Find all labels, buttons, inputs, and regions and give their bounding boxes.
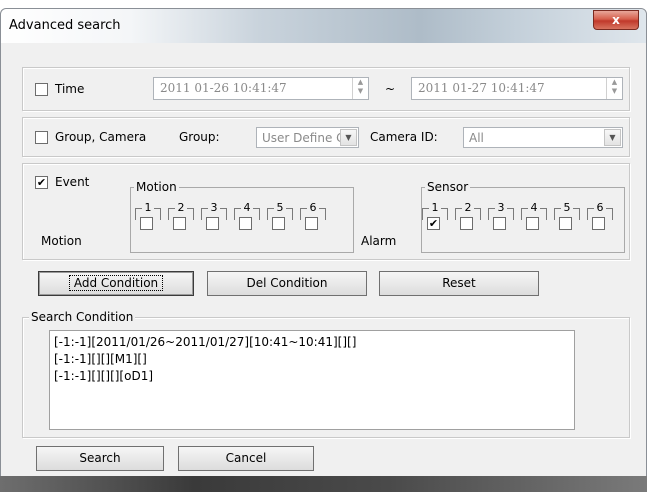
motion-channel-checkbox[interactable] — [173, 217, 186, 230]
sensor-channel-number: 3 — [495, 202, 507, 213]
reset-button[interactable]: Reset — [379, 271, 539, 296]
list-item[interactable]: [-1:-1][2011/01/26~2011/01/27][10:41~10:… — [54, 334, 570, 351]
sensor-channel-checkbox[interactable] — [559, 217, 572, 230]
event-checkbox[interactable]: ✔ — [35, 176, 48, 189]
time-separator: ~ — [385, 82, 396, 96]
group-select[interactable]: User Define C ▼ — [256, 127, 359, 148]
list-item[interactable]: [-1:-1][][][][oD1] — [54, 368, 570, 385]
time-checkbox[interactable] — [35, 83, 48, 96]
sensor-channel-checkbox[interactable] — [592, 217, 605, 230]
motion-subgroup: Motion 1 2 3 4 5 6 — [130, 180, 354, 253]
chevron-down-icon[interactable]: ▼ — [604, 129, 621, 146]
sensor-channel-checkbox[interactable] — [460, 217, 473, 230]
motion-row-label: Motion — [41, 234, 82, 248]
motion-channel-checkbox[interactable] — [206, 217, 219, 230]
close-button[interactable]: x — [593, 10, 639, 30]
sensor-channel-number: 4 — [528, 202, 540, 213]
time-to-value: 2011 01-27 10:41:47 — [418, 81, 545, 95]
cancel-button[interactable]: Cancel — [178, 446, 314, 471]
motion-channel-checkbox[interactable] — [140, 217, 153, 230]
search-condition-group: Search Condition [-1:-1][2011/01/26~2011… — [22, 310, 630, 438]
dialog-title: Advanced search — [9, 18, 121, 33]
group-label: Group: — [179, 130, 220, 144]
time-to-spinner[interactable]: ▲ ▼ — [606, 78, 622, 99]
camera-id-select[interactable]: All ▼ — [463, 127, 623, 148]
add-condition-label: Add Condition — [68, 275, 164, 291]
motion-group-title: Motion — [134, 180, 179, 194]
sensor-channel-checkbox[interactable]: ✔ — [427, 217, 440, 230]
group-camera-label: Group, Camera — [55, 130, 147, 144]
search-condition-title: Search Condition — [29, 310, 136, 324]
time-from-field[interactable]: 2011 01-26 10:41:47 ▲ ▼ — [153, 77, 369, 100]
advanced-search-dialog: Advanced search x Time 2011 01-26 10:41:… — [0, 8, 647, 492]
check-icon: ✔ — [36, 176, 47, 189]
motion-channel-number: 6 — [307, 202, 319, 213]
event-group: ✔ Event Motion Motion 1 2 3 4 5 6 Alarm Senso… — [22, 163, 630, 260]
cancel-label: Cancel — [225, 451, 267, 465]
motion-channel-number: 4 — [241, 202, 253, 213]
time-group: Time 2011 01-26 10:41:47 ▲ ▼ ~ 2011 01-27… — [22, 67, 630, 111]
sensor-channel-checkbox[interactable] — [526, 217, 539, 230]
search-label: Search — [79, 451, 121, 465]
time-from-value: 2011 01-26 10:41:47 — [160, 81, 287, 95]
time-label: Time — [55, 82, 85, 96]
motion-channel-checkbox[interactable] — [305, 217, 318, 230]
list-item[interactable]: [-1:-1][][][M1][] — [54, 351, 570, 368]
group-camera-group: Group, Camera Group: User Define C ▼ Cam… — [22, 117, 630, 157]
sensor-subgroup: Sensor 1 ✔ 2 3 4 5 6 — [421, 180, 625, 253]
title-bar[interactable]: Advanced search x — [1, 9, 646, 43]
event-label: Event — [55, 175, 90, 189]
motion-channel-checkbox[interactable] — [239, 217, 252, 230]
sensor-channel-number: 5 — [561, 202, 573, 213]
time-to-field[interactable]: 2011 01-27 10:41:47 ▲ ▼ — [411, 77, 623, 100]
motion-channel-number: 1 — [142, 202, 154, 213]
del-condition-label: Del Condition — [246, 276, 328, 290]
alarm-label: Alarm — [361, 234, 397, 248]
del-condition-button[interactable]: Del Condition — [207, 271, 367, 296]
search-button[interactable]: Search — [36, 446, 164, 471]
sensor-channel-checkbox[interactable] — [493, 217, 506, 230]
motion-channel-number: 2 — [175, 202, 187, 213]
sensor-channel-number: 2 — [462, 202, 474, 213]
reset-label: Reset — [442, 276, 476, 290]
taskbar-edge — [0, 476, 647, 492]
group-select-value: User Define C — [262, 131, 345, 145]
add-condition-button[interactable]: Add Condition — [38, 271, 194, 296]
chevron-down-icon[interactable]: ▼ — [340, 129, 357, 146]
close-icon: x — [612, 13, 620, 27]
sensor-channel-number: 1 — [429, 202, 441, 213]
group-camera-checkbox[interactable] — [35, 131, 48, 144]
search-condition-list[interactable]: [-1:-1][2011/01/26~2011/01/27][10:41~10:… — [49, 330, 575, 430]
motion-channel-number: 5 — [274, 202, 286, 213]
camera-id-label: Camera ID: — [370, 130, 438, 144]
camera-id-value: All — [469, 131, 484, 145]
sensor-group-title: Sensor — [425, 180, 471, 194]
motion-channel-checkbox[interactable] — [272, 217, 285, 230]
motion-channel-number: 3 — [208, 202, 220, 213]
sensor-channel-number: 6 — [594, 202, 606, 213]
time-from-spinner[interactable]: ▲ ▼ — [352, 78, 368, 99]
